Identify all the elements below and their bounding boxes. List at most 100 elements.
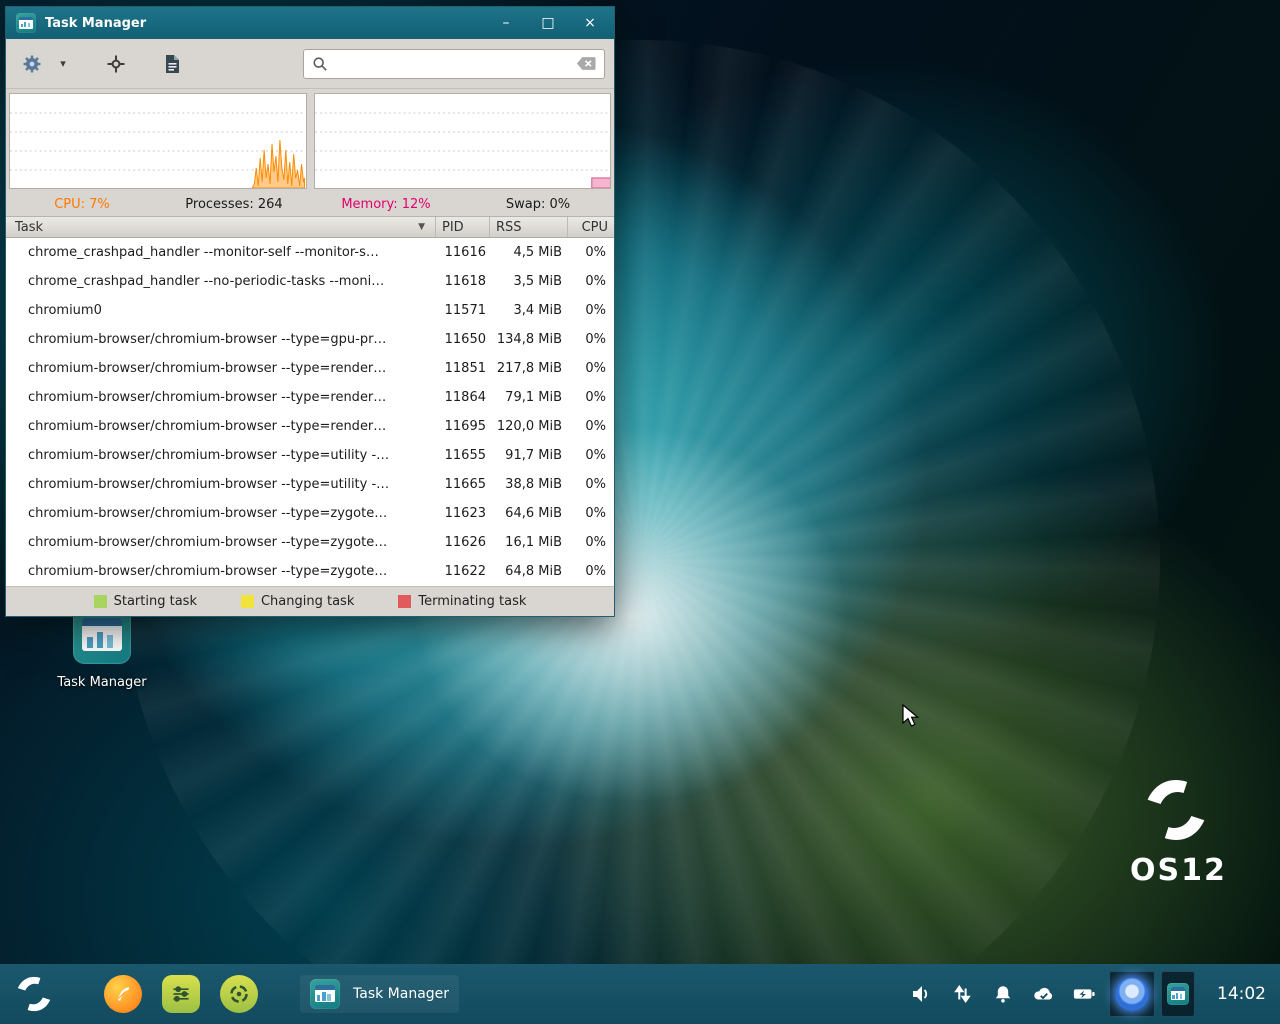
taskbar-window-label: Task Manager bbox=[353, 986, 449, 1002]
search-input[interactable] bbox=[336, 56, 568, 71]
window-title: Task Manager bbox=[45, 16, 483, 31]
cell-cpu: 0% bbox=[568, 361, 614, 376]
close-button[interactable]: × bbox=[576, 10, 604, 36]
cell-rss: 120,0 MiB bbox=[490, 419, 568, 434]
cell-task: chromium-browser/chromium-browser --type… bbox=[6, 419, 436, 434]
legend-swatch bbox=[94, 595, 107, 608]
launcher-app-center[interactable] bbox=[220, 975, 258, 1013]
legend-swatch bbox=[241, 595, 254, 608]
column-header-cpu[interactable]: CPU bbox=[568, 217, 614, 237]
cell-rss: 4,5 MiB bbox=[490, 245, 568, 260]
table-row[interactable]: chromium-browser/chromium-browser --type… bbox=[6, 470, 614, 499]
cell-rss: 16,1 MiB bbox=[490, 535, 568, 550]
mouse-cursor bbox=[902, 704, 924, 728]
os-logo-icon bbox=[1141, 775, 1211, 845]
crosshair-icon bbox=[106, 54, 126, 74]
legend-item: Changing task bbox=[241, 594, 354, 609]
desktop-icon-label: Task Manager bbox=[57, 675, 146, 690]
titlebar[interactable]: Task Manager – □ × bbox=[6, 7, 614, 39]
app-center-icon bbox=[227, 982, 251, 1006]
table-row[interactable]: chrome_crashpad_handler --monitor-self -… bbox=[6, 238, 614, 267]
table-row[interactable]: chromium-browser/chromium-browser --type… bbox=[6, 383, 614, 412]
table-row[interactable]: chromium-browser/chromium-browser --type… bbox=[6, 325, 614, 354]
os-brand: OS12 bbox=[1130, 775, 1222, 888]
table-row[interactable]: chromium-browser/chromium-browser --type… bbox=[6, 557, 614, 586]
cell-pid: 11695 bbox=[436, 419, 490, 434]
task-manager-tray-icon bbox=[1167, 983, 1189, 1005]
column-header-pid[interactable]: PID bbox=[436, 217, 490, 237]
sliders-icon bbox=[170, 983, 192, 1005]
details-button[interactable] bbox=[155, 47, 189, 81]
bell-icon bbox=[992, 983, 1014, 1005]
graphs-panel bbox=[6, 89, 614, 193]
table-row[interactable]: chromium-browser/chromium-browser --type… bbox=[6, 528, 614, 557]
minimize-button[interactable]: – bbox=[492, 10, 520, 36]
clear-search-icon[interactable] bbox=[576, 56, 596, 71]
cell-cpu: 0% bbox=[568, 564, 614, 579]
column-header-task[interactable]: Task ▼ bbox=[6, 217, 436, 237]
table-row[interactable]: chromium-browser/chromium-browser --type… bbox=[6, 441, 614, 470]
cell-cpu: 0% bbox=[568, 274, 614, 289]
cpu-graph bbox=[9, 93, 307, 189]
pick-window-button[interactable] bbox=[99, 47, 133, 81]
launcher-group bbox=[104, 975, 258, 1013]
cell-cpu: 0% bbox=[568, 506, 614, 521]
chromium-icon bbox=[1115, 977, 1149, 1011]
battery-icon bbox=[1073, 983, 1097, 1005]
table-row[interactable]: chromium-browser/chromium-browser --type… bbox=[6, 354, 614, 383]
cell-task: chromium-browser/chromium-browser --type… bbox=[6, 361, 436, 376]
cell-rss: 3,4 MiB bbox=[490, 303, 568, 318]
cell-rss: 79,1 MiB bbox=[490, 390, 568, 405]
cloud-sync-button[interactable] bbox=[1032, 982, 1056, 1006]
cell-task: chromium-browser/chromium-browser --type… bbox=[6, 564, 436, 579]
cell-cpu: 0% bbox=[568, 303, 614, 318]
cell-pid: 11571 bbox=[436, 303, 490, 318]
settings-dropdown-button[interactable]: ▾ bbox=[53, 47, 73, 81]
search-box[interactable] bbox=[303, 49, 605, 79]
taskbar-window-task-manager[interactable]: Task Manager bbox=[300, 975, 459, 1013]
notifications-button[interactable] bbox=[991, 982, 1015, 1006]
memory-stat: Memory: 12% bbox=[310, 197, 462, 212]
cell-pid: 11618 bbox=[436, 274, 490, 289]
cell-task: chromium-browser/chromium-browser --type… bbox=[6, 390, 436, 405]
legend-label: Terminating task bbox=[418, 594, 526, 609]
toolbar: ▾ bbox=[6, 39, 614, 89]
table-header: Task ▼ PID RSS CPU bbox=[6, 216, 614, 238]
start-menu-button[interactable] bbox=[14, 974, 58, 1014]
cell-cpu: 0% bbox=[568, 419, 614, 434]
cell-cpu: 0% bbox=[568, 245, 614, 260]
tray-slot-task-manager[interactable] bbox=[1161, 971, 1195, 1017]
volume-icon bbox=[910, 983, 932, 1005]
processes-stat: Processes: 264 bbox=[158, 197, 310, 212]
table-row[interactable]: chromium-browser/chromium-browser --type… bbox=[6, 499, 614, 528]
tray-slot-chromium[interactable] bbox=[1109, 971, 1155, 1017]
legend: Starting task Changing task Terminating … bbox=[6, 586, 614, 616]
cell-task: chrome_crashpad_handler --no-periodic-ta… bbox=[6, 274, 436, 289]
updown-arrows-icon bbox=[952, 983, 972, 1005]
cell-pid: 11864 bbox=[436, 390, 490, 405]
cell-cpu: 0% bbox=[568, 535, 614, 550]
launcher-browser[interactable] bbox=[104, 975, 142, 1013]
taskbar-clock[interactable]: 14:02 bbox=[1217, 984, 1266, 1004]
traffic-button[interactable] bbox=[950, 982, 974, 1006]
launcher-settings[interactable] bbox=[162, 975, 200, 1013]
system-tray bbox=[909, 982, 1097, 1006]
battery-button[interactable] bbox=[1073, 982, 1097, 1006]
cell-task: chromium-browser/chromium-browser --type… bbox=[6, 448, 436, 463]
table-row[interactable]: chrome_crashpad_handler --no-periodic-ta… bbox=[6, 267, 614, 296]
memory-graph bbox=[314, 93, 612, 189]
desktop-icon-task-manager[interactable]: Task Manager bbox=[50, 606, 154, 690]
table-row[interactable]: chromium-browser/chromium-browser --type… bbox=[6, 412, 614, 441]
legend-item: Starting task bbox=[94, 594, 197, 609]
cell-pid: 11851 bbox=[436, 361, 490, 376]
cell-cpu: 0% bbox=[568, 390, 614, 405]
maximize-button[interactable]: □ bbox=[534, 10, 562, 36]
rocket-icon bbox=[112, 983, 134, 1005]
column-header-rss[interactable]: RSS bbox=[490, 217, 568, 237]
cell-task: chromium0 bbox=[6, 303, 436, 318]
volume-button[interactable] bbox=[909, 982, 933, 1006]
settings-button[interactable] bbox=[15, 47, 49, 81]
cell-rss: 134,8 MiB bbox=[490, 332, 568, 347]
table-row[interactable]: chromium0115713,4 MiB0% bbox=[6, 296, 614, 325]
legend-item: Terminating task bbox=[398, 594, 526, 609]
